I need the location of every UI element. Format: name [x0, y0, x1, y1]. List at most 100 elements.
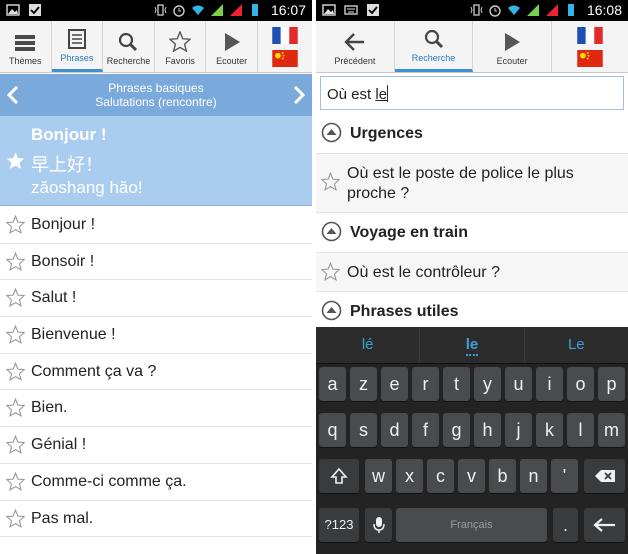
selected-phrase[interactable]: Bonjour ! 早上好！ zăoshang hăo!: [0, 116, 312, 206]
tab-label: Ecouter: [496, 56, 528, 66]
soft-keyboard: lé le Le a z e r t y u i o p q s d f g h…: [316, 327, 628, 554]
tab-listen[interactable]: Ecouter: [473, 21, 553, 72]
status-bar: 16:08: [316, 0, 628, 21]
keyboard-row: q s d f g h j k l m: [316, 413, 628, 447]
voice-key[interactable]: [365, 508, 392, 542]
list-item[interactable]: Bien.: [0, 390, 312, 428]
key[interactable]: o: [567, 367, 594, 401]
list-item[interactable]: Comme-ci comme ça.: [0, 463, 312, 501]
tab-search[interactable]: Recherche: [103, 21, 155, 72]
phrase-text: Génial !: [31, 436, 87, 454]
keyboard-row: a z e r t y u i o p: [316, 367, 628, 401]
chevron-right-icon[interactable]: [288, 84, 308, 106]
key[interactable]: y: [474, 367, 501, 401]
result-section[interactable]: Voyage en train: [316, 213, 628, 253]
tab-themes[interactable]: Thèmes: [0, 21, 52, 72]
collapse-icon[interactable]: [321, 300, 342, 321]
key[interactable]: f: [412, 413, 439, 447]
key[interactable]: k: [536, 413, 563, 447]
chevron-left-icon[interactable]: [4, 84, 24, 106]
star-outline-icon[interactable]: [6, 361, 25, 381]
tab-favorites[interactable]: Favoris: [155, 21, 207, 72]
phrase-chinese: 早上好！: [31, 155, 103, 175]
key[interactable]: v: [458, 459, 485, 493]
star-outline-icon[interactable]: [6, 508, 25, 528]
result-section[interactable]: Urgences: [316, 114, 628, 154]
search-input[interactable]: Où est le: [320, 76, 624, 110]
key[interactable]: n: [520, 459, 547, 493]
search-query-composing: le: [375, 86, 388, 103]
phrase-text: Bonjour !: [31, 216, 96, 233]
star-outline-icon[interactable]: [6, 251, 25, 271]
phrase-text: Bienvenue !: [31, 326, 116, 344]
tab-listen[interactable]: Ecouter: [206, 21, 258, 72]
key[interactable]: l: [567, 413, 594, 447]
key[interactable]: e: [381, 367, 408, 401]
section-title: Phrases utiles: [350, 303, 459, 320]
star-outline-icon[interactable]: [6, 435, 25, 455]
list-item[interactable]: Bonjour !: [0, 207, 312, 244]
key[interactable]: d: [381, 413, 408, 447]
key[interactable]: g: [443, 413, 470, 447]
key[interactable]: w: [365, 459, 392, 493]
list-item[interactable]: Où est le poste de police le plus proche…: [316, 154, 628, 213]
tab-phrases[interactable]: Phrases: [51, 21, 104, 72]
key[interactable]: ': [551, 459, 578, 493]
suggestion[interactable]: lé: [316, 327, 421, 363]
star-outline-icon[interactable]: [321, 172, 340, 191]
key[interactable]: t: [443, 367, 470, 401]
toolbar: Précédent Recherche Ecouter: [316, 21, 628, 73]
list-item[interactable]: Salut !: [0, 280, 312, 318]
star-icon[interactable]: [6, 151, 25, 170]
phrases-screen: 16:07 Thèmes Phrases Recherche Favoris E…: [0, 0, 312, 554]
star-outline-icon[interactable]: [6, 325, 25, 345]
backspace-key[interactable]: [584, 459, 625, 493]
key[interactable]: b: [489, 459, 516, 493]
key[interactable]: q: [319, 413, 346, 447]
star-outline-icon[interactable]: [6, 215, 25, 234]
tab-search[interactable]: Recherche: [394, 21, 474, 72]
list-item[interactable]: Bonsoir !: [0, 243, 312, 281]
key[interactable]: z: [350, 367, 377, 401]
collapse-icon[interactable]: [321, 221, 342, 242]
enter-key[interactable]: [584, 508, 625, 542]
back-button[interactable]: Précédent: [316, 21, 395, 72]
suggestion[interactable]: Le: [525, 327, 628, 363]
space-key[interactable]: Français: [396, 508, 547, 542]
result-section[interactable]: Phrases utiles: [316, 292, 628, 327]
period-key[interactable]: .: [553, 508, 578, 542]
key[interactable]: s: [350, 413, 377, 447]
key[interactable]: j: [505, 413, 532, 447]
language-selector[interactable]: [552, 21, 628, 72]
key[interactable]: i: [536, 367, 563, 401]
key[interactable]: c: [427, 459, 454, 493]
key[interactable]: a: [319, 367, 346, 401]
tab-label: Favoris: [165, 56, 195, 66]
star-outline-icon[interactable]: [6, 471, 25, 491]
key[interactable]: u: [505, 367, 532, 401]
key[interactable]: p: [598, 367, 625, 401]
play-icon: [224, 33, 240, 51]
numbers-key[interactable]: ?123: [319, 508, 359, 542]
list-item[interactable]: Génial !: [0, 427, 312, 464]
key[interactable]: x: [396, 459, 423, 493]
french-flag-icon: [577, 26, 603, 44]
language-selector[interactable]: [258, 21, 312, 72]
list-item[interactable]: Où est le contrôleur ?: [316, 253, 628, 292]
list-item[interactable]: Pas mal.: [0, 500, 312, 538]
alarm-icon: [489, 5, 501, 17]
tab-label: Recherche: [411, 53, 456, 63]
list-item[interactable]: Bienvenue !: [0, 317, 312, 354]
star-outline-icon[interactable]: [6, 288, 25, 308]
key[interactable]: m: [598, 413, 625, 447]
text-cursor: [387, 85, 389, 102]
list-item[interactable]: Comment ça va ?: [0, 353, 312, 391]
signal-icon: [210, 4, 223, 16]
shift-key[interactable]: [319, 459, 359, 493]
star-outline-icon[interactable]: [321, 262, 340, 281]
key[interactable]: h: [474, 413, 501, 447]
collapse-icon[interactable]: [321, 122, 342, 143]
suggestion[interactable]: le: [420, 327, 525, 363]
key[interactable]: r: [412, 367, 439, 401]
star-outline-icon[interactable]: [6, 398, 25, 418]
